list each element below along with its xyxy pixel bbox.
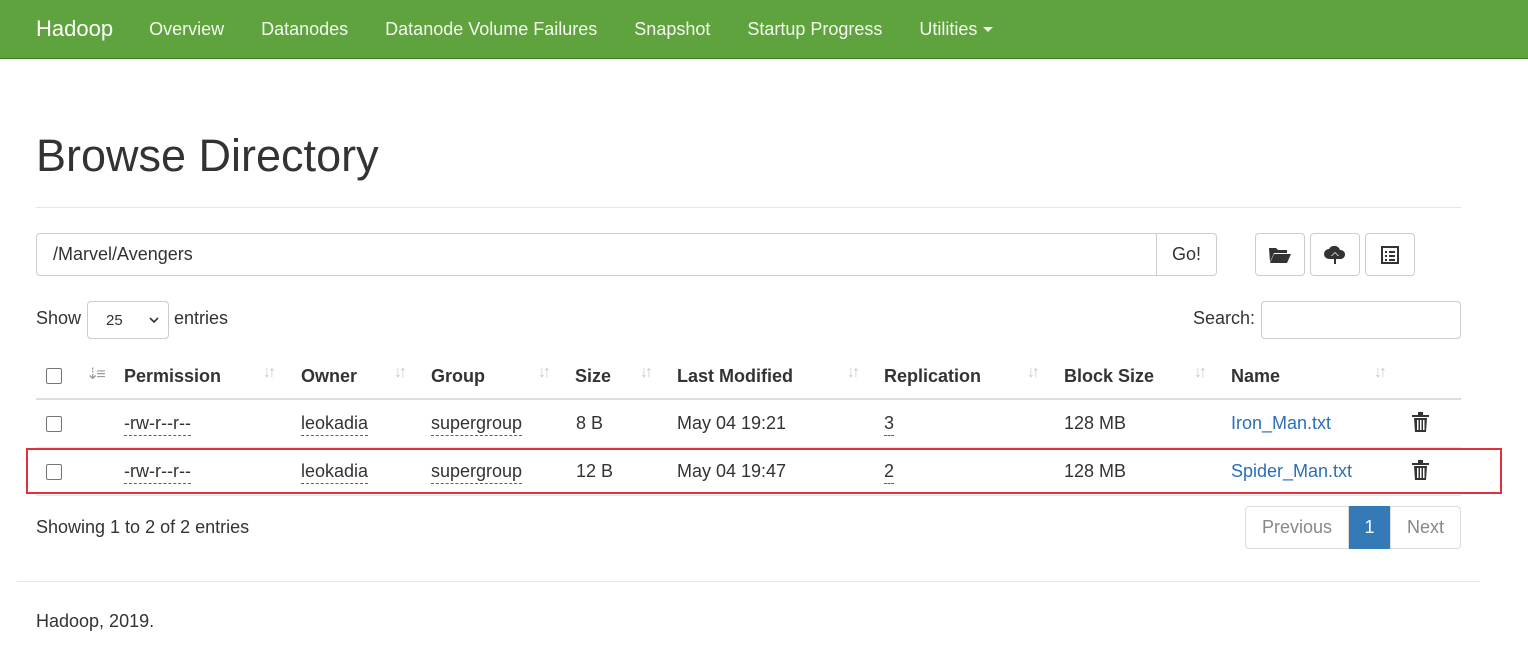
next-page-button[interactable]: Next	[1390, 506, 1461, 549]
search-label: Search:	[1193, 308, 1256, 328]
nav-snapshot[interactable]: Snapshot	[634, 19, 710, 40]
row-checkbox[interactable]	[46, 464, 62, 480]
block-size-cell: 128 MB	[1064, 461, 1127, 481]
sort-icon[interactable]: ↓↑	[1374, 364, 1387, 382]
page-title: Browse Directory	[36, 130, 379, 181]
nav-utilities-dropdown[interactable]: Utilities	[919, 18, 994, 40]
page-length-value: 25	[106, 311, 123, 329]
directory-path-input[interactable]	[36, 233, 1157, 276]
file-name-link[interactable]: Iron_Man.txt	[1231, 413, 1331, 434]
owner-cell[interactable]: leokadia	[301, 461, 369, 484]
nav-datanode-volume-failures[interactable]: Datanode Volume Failures	[385, 19, 597, 40]
footer-divider	[17, 581, 1480, 582]
replication-cell[interactable]: 2	[884, 461, 895, 484]
select-all-checkbox[interactable]	[46, 368, 62, 384]
file-name-link[interactable]: Spider_Man.txt	[1231, 461, 1352, 482]
column-header-size[interactable]: Size	[575, 366, 611, 387]
column-header-owner[interactable]: Owner	[301, 366, 357, 387]
nav-startup-progress[interactable]: Startup Progress	[747, 19, 882, 40]
block-size-cell: 128 MB	[1064, 413, 1127, 433]
title-divider	[36, 207, 1461, 208]
column-header-block-size[interactable]: Block Size	[1064, 366, 1154, 387]
sort-icon[interactable]: ↓↑	[1194, 364, 1207, 382]
column-header-group[interactable]: Group	[431, 366, 485, 387]
cut-paste-list-button[interactable]	[1365, 233, 1415, 276]
show-label: Show	[36, 308, 82, 328]
upload-files-button[interactable]	[1310, 233, 1360, 276]
navbar: Hadoop Overview Datanodes Datanode Volum…	[0, 0, 1528, 59]
sort-icon[interactable]: ↓↑	[847, 364, 860, 382]
cloud-upload-icon	[1324, 245, 1346, 264]
table-row: -rw-r--r-- leokadia supergroup 8 B May 0…	[36, 400, 1461, 448]
sort-icon[interactable]: ↓↑	[263, 364, 276, 382]
size-cell: 12 B	[576, 461, 614, 481]
sort-icon[interactable]: ↓↑	[1027, 364, 1040, 382]
entries-label: entries	[174, 308, 229, 328]
nav-overview[interactable]: Overview	[149, 19, 224, 40]
folder-open-icon	[1269, 247, 1291, 263]
owner-cell[interactable]: leokadia	[301, 413, 369, 436]
list-icon	[1381, 245, 1399, 264]
modified-cell: May 04 19:47	[677, 461, 787, 481]
permission-cell[interactable]: -rw-r--r--	[124, 413, 191, 436]
replication-cell[interactable]: 3	[884, 413, 895, 436]
table-row: -rw-r--r-- leokadia supergroup 12 B May …	[36, 448, 1461, 496]
group-cell[interactable]: supergroup	[431, 413, 523, 436]
column-header-name[interactable]: Name	[1231, 366, 1280, 387]
trash-icon[interactable]	[1412, 460, 1429, 480]
row-checkbox[interactable]	[46, 416, 62, 432]
sort-icon[interactable]: ↓↑	[394, 364, 407, 382]
modified-cell: May 04 19:21	[677, 413, 787, 433]
column-header-last-modified[interactable]: Last Modified	[677, 366, 793, 387]
column-header-replication[interactable]: Replication	[884, 366, 981, 387]
column-header-permission[interactable]: Permission	[124, 366, 221, 387]
caret-down-icon	[983, 27, 994, 33]
sort-icon[interactable]: ↓↑	[640, 364, 653, 382]
go-button[interactable]: Go!	[1156, 233, 1217, 276]
size-cell: 8 B	[576, 413, 604, 433]
group-cell[interactable]: supergroup	[431, 461, 523, 484]
nav-datanodes[interactable]: Datanodes	[261, 19, 348, 40]
chevron-down-icon	[149, 317, 159, 324]
table-info: Showing 1 to 2 of 2 entries	[36, 517, 250, 537]
table-header: ⇣≡ Permission ↓↑ Owner ↓↑ Group ↓↑ Size …	[36, 356, 1461, 400]
search-input[interactable]	[1261, 301, 1461, 339]
footer-text: Hadoop, 2019.	[36, 611, 155, 631]
pagination: Previous 1 Next	[1245, 506, 1461, 549]
nav-utilities-label: Utilities	[919, 18, 978, 39]
previous-page-button[interactable]: Previous	[1245, 506, 1349, 549]
page-1-button[interactable]: 1	[1349, 506, 1390, 549]
sort-icon[interactable]: ↓↑	[538, 364, 551, 382]
permission-cell[interactable]: -rw-r--r--	[124, 461, 191, 484]
create-directory-button[interactable]	[1255, 233, 1305, 276]
trash-icon[interactable]	[1412, 412, 1429, 432]
brand-link[interactable]: Hadoop	[36, 16, 113, 42]
sort-icon[interactable]: ⇣≡	[86, 364, 106, 384]
page-length-select[interactable]: 25	[87, 301, 169, 339]
